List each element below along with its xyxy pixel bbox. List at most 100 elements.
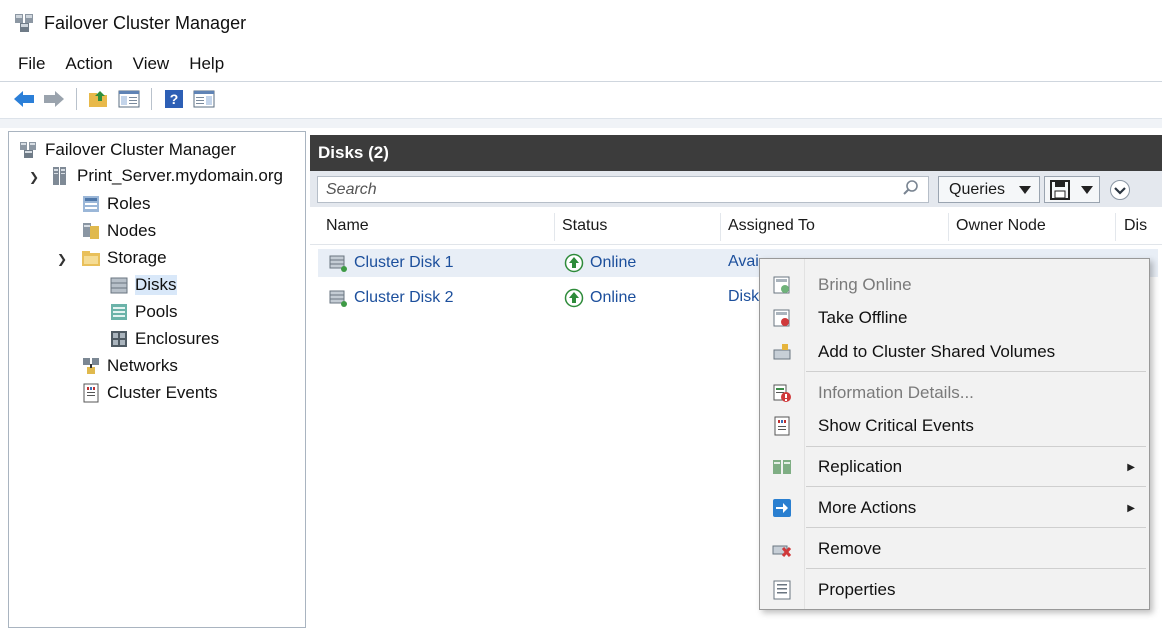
- search-icon[interactable]: [902, 179, 920, 197]
- enclosures-icon: [111, 331, 127, 347]
- dropdown-arrow-icon: [1081, 186, 1093, 194]
- menu-item-take-offline[interactable]: Take Offline: [760, 302, 1149, 334]
- show-hide-action-pane-button[interactable]: [192, 87, 216, 111]
- networks-icon: [83, 358, 99, 374]
- header-divider: [310, 244, 1162, 245]
- tree-label: Disks: [135, 275, 177, 295]
- help-button[interactable]: ?: [162, 87, 186, 111]
- chevron-down-icon: [1114, 187, 1126, 195]
- menu-separator: [806, 371, 1146, 372]
- tree-label: Print_Server.mydomain.org: [77, 166, 283, 185]
- svg-text:?: ?: [170, 91, 179, 107]
- status-text: Online: [590, 254, 637, 271]
- column-divider: [720, 213, 721, 241]
- show-hide-tree-button[interactable]: [117, 87, 141, 111]
- menu-label: Properties: [818, 580, 896, 599]
- tree-item-root[interactable]: Failover Cluster Manager: [19, 140, 236, 160]
- menu-item-add-to-csv[interactable]: Add to Cluster Shared Volumes: [760, 336, 1149, 368]
- column-header-name[interactable]: Name: [326, 217, 369, 235]
- menu-label: Take Offline: [818, 308, 908, 327]
- cluster-icon: [53, 167, 66, 185]
- column-header-owner-node[interactable]: Owner Node: [956, 217, 1046, 235]
- back-button[interactable]: [12, 87, 36, 111]
- forward-icon: [44, 91, 64, 107]
- save-icon: [1050, 180, 1070, 200]
- cluster-events-icon: [83, 383, 99, 403]
- menu-item-replication[interactable]: Replication ▶: [760, 451, 1149, 483]
- tree-item-networks[interactable]: Networks: [81, 356, 178, 376]
- menu-file[interactable]: File: [8, 54, 55, 74]
- name-cell: Cluster Disk 2: [328, 288, 454, 308]
- column-divider: [948, 213, 949, 241]
- expand-chevron-icon[interactable]: ❯: [29, 170, 39, 184]
- menu-label: Show Critical Events: [818, 416, 974, 435]
- menu-separator: [806, 527, 1146, 528]
- toolbar-separator: [76, 88, 77, 110]
- status-cell: Online: [564, 253, 636, 273]
- disk-name: Cluster Disk 2: [354, 289, 454, 306]
- column-divider: [1115, 213, 1116, 241]
- column-header-disk-number[interactable]: Dis: [1124, 217, 1147, 235]
- submenu-arrow-icon: ▶: [1127, 461, 1135, 473]
- menu-bar: File Action View Help: [0, 50, 234, 78]
- info-details-icon: [773, 384, 791, 402]
- remove-icon: [772, 545, 792, 557]
- menu-separator: [806, 446, 1146, 447]
- submenu-arrow-icon: ▶: [1127, 502, 1135, 514]
- menu-help[interactable]: Help: [179, 54, 234, 74]
- tree-item-cluster-events[interactable]: Cluster Events: [81, 383, 218, 403]
- column-header-status[interactable]: Status: [562, 217, 607, 235]
- collapse-button[interactable]: [1110, 180, 1130, 200]
- pools-icon: [111, 304, 127, 320]
- menu-item-more-actions[interactable]: More Actions ▶: [760, 492, 1149, 524]
- save-query-button[interactable]: [1044, 176, 1100, 203]
- disks-icon: [110, 277, 128, 294]
- menu-view[interactable]: View: [123, 54, 180, 74]
- window-title: Failover Cluster Manager: [44, 12, 247, 33]
- tree-item-disks[interactable]: Disks: [109, 275, 177, 295]
- properties-icon: [773, 580, 791, 600]
- queries-button[interactable]: Queries: [938, 176, 1040, 203]
- menu-item-bring-online[interactable]: Bring Online: [760, 269, 1149, 301]
- menu-item-properties[interactable]: Properties: [760, 574, 1149, 606]
- menu-item-show-critical-events[interactable]: Show Critical Events: [760, 410, 1149, 442]
- assigned-to-text: Disk: [728, 288, 760, 305]
- status-text: Online: [590, 289, 637, 306]
- tree-item-nodes[interactable]: Nodes: [81, 221, 156, 241]
- expand-chevron-icon[interactable]: ❯: [57, 252, 67, 266]
- up-folder-button[interactable]: [87, 87, 111, 111]
- tree-item-roles[interactable]: Roles: [81, 194, 150, 214]
- replication-icon: [773, 460, 791, 474]
- tree-item-pools[interactable]: Pools: [109, 302, 178, 322]
- menu-action[interactable]: Action: [55, 54, 122, 74]
- menu-label: More Actions: [818, 498, 917, 517]
- nodes-icon: [83, 223, 99, 239]
- up-folder-icon: [89, 91, 107, 107]
- name-cell: Cluster Disk 1: [328, 253, 454, 273]
- menu-item-information-details[interactable]: Information Details...: [760, 377, 1149, 409]
- more-actions-icon: [773, 499, 791, 517]
- menu-separator: [806, 568, 1146, 569]
- menu-label: Information Details...: [818, 383, 974, 402]
- assigned-to-cell: Disk: [728, 288, 759, 306]
- menu-item-remove[interactable]: Remove: [760, 533, 1149, 565]
- search-toolbar: Search Queries: [310, 171, 1162, 207]
- tree-item-storage[interactable]: Storage: [81, 248, 167, 268]
- tree-label: Networks: [107, 356, 178, 375]
- toolbar: ?: [0, 84, 216, 114]
- take-offline-icon: [773, 309, 790, 327]
- title-bar: Failover Cluster Manager: [0, 0, 1162, 46]
- storage-folder-icon: [82, 251, 100, 266]
- status-cell: Online: [564, 288, 636, 308]
- forward-button[interactable]: [42, 87, 66, 111]
- tree-item-enclosures[interactable]: Enclosures: [109, 329, 219, 349]
- menu-label: Bring Online: [818, 275, 912, 294]
- search-input[interactable]: Search: [317, 176, 929, 203]
- disk-name: Cluster Disk 1: [354, 254, 454, 271]
- column-header-assigned-to[interactable]: Assigned To: [728, 217, 815, 235]
- tree-label: Roles: [107, 194, 151, 213]
- toolbar-strip: [0, 118, 1162, 128]
- tree-item-cluster[interactable]: Print_Server.mydomain.org: [51, 166, 283, 186]
- cluster-disk-icon: [329, 290, 347, 307]
- dropdown-arrow-icon: [1019, 186, 1031, 194]
